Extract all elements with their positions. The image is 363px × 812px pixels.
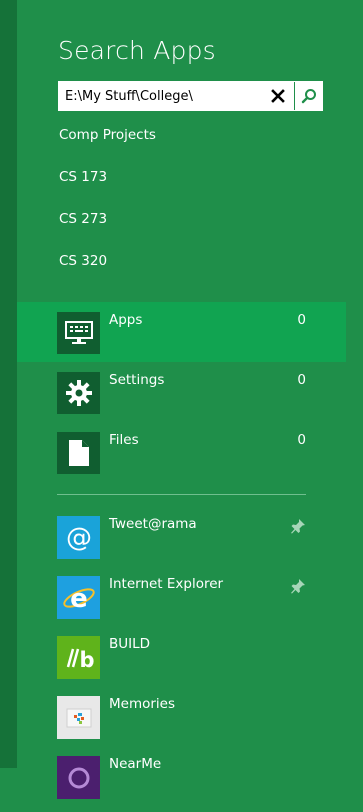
scope-count-files: 0 bbox=[297, 432, 306, 448]
suggestion-cs-173[interactable]: CS 173 bbox=[59, 169, 107, 185]
app-memories[interactable]: Memories bbox=[17, 696, 346, 752]
scope-count-apps: 0 bbox=[297, 312, 306, 328]
keyboard-monitor-icon bbox=[57, 312, 100, 354]
app-tweetarama[interactable]: @ Tweet@rama bbox=[17, 516, 346, 572]
search-submit-button[interactable] bbox=[294, 82, 323, 110]
search-input[interactable] bbox=[59, 82, 259, 110]
clear-search-button[interactable] bbox=[264, 82, 292, 110]
photo-collage-icon bbox=[57, 696, 100, 739]
suggestion-cs-273[interactable]: CS 273 bbox=[59, 211, 107, 227]
svg-text:@: @ bbox=[66, 523, 92, 553]
scope-files[interactable]: Files 0 bbox=[17, 422, 346, 482]
pin-icon[interactable] bbox=[290, 578, 306, 594]
app-build[interactable]: b BUILD bbox=[17, 636, 346, 692]
app-name-internet-explorer: Internet Explorer bbox=[109, 576, 224, 592]
scope-label-apps: Apps bbox=[109, 312, 143, 328]
gear-icon bbox=[57, 372, 100, 414]
svg-text:b: b bbox=[79, 648, 94, 672]
close-icon bbox=[271, 89, 285, 103]
svg-text:e: e bbox=[70, 584, 88, 614]
scope-count-settings: 0 bbox=[297, 372, 306, 388]
pin-icon[interactable] bbox=[290, 518, 306, 534]
pane-title: Search Apps bbox=[58, 36, 216, 65]
search-pane: Search Apps Comp Projects CS 173 CS 273 … bbox=[17, 0, 363, 799]
document-icon bbox=[57, 432, 100, 474]
left-edge-strip bbox=[0, 0, 17, 768]
nearme-icon bbox=[57, 756, 100, 799]
app-internet-explorer[interactable]: e Internet Explorer bbox=[17, 576, 346, 632]
scope-settings[interactable]: Settings 0 bbox=[17, 362, 346, 422]
suggestion-comp-projects[interactable]: Comp Projects bbox=[59, 127, 156, 143]
search-box bbox=[58, 81, 323, 111]
search-icon bbox=[301, 89, 316, 104]
app-name-memories: Memories bbox=[109, 696, 176, 712]
at-sign-icon: @ bbox=[57, 516, 100, 559]
app-nearme[interactable]: NearMe bbox=[17, 756, 346, 812]
scope-label-settings: Settings bbox=[109, 372, 165, 388]
scope-apps[interactable]: Apps 0 bbox=[17, 302, 346, 362]
section-divider bbox=[57, 494, 306, 495]
suggestion-cs-320[interactable]: CS 320 bbox=[59, 253, 107, 269]
scope-label-files: Files bbox=[109, 432, 139, 448]
internet-explorer-icon: e bbox=[57, 576, 100, 619]
build-logo-icon: b bbox=[57, 636, 100, 679]
app-name-build: BUILD bbox=[109, 636, 151, 652]
app-name-tweetarama: Tweet@rama bbox=[109, 516, 197, 532]
app-name-nearme: NearMe bbox=[109, 756, 162, 772]
